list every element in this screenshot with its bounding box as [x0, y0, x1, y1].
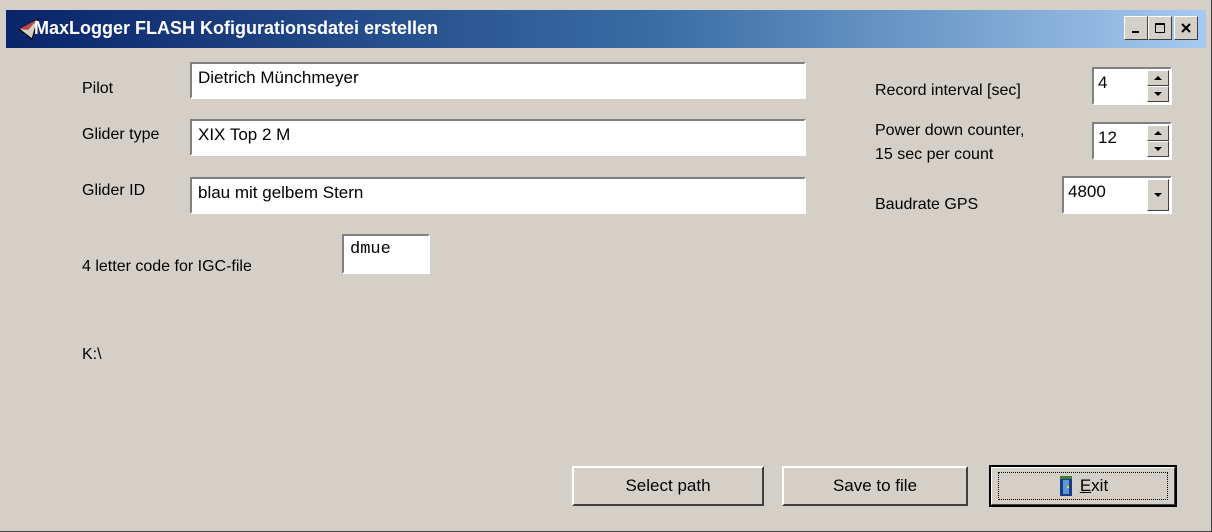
- maximize-button[interactable]: [1148, 16, 1172, 40]
- glider-id-input[interactable]: blau mit gelbem Stern: [190, 177, 806, 214]
- baudrate-value: 4800: [1068, 182, 1106, 201]
- maximize-icon: [1155, 23, 1165, 33]
- title-bar[interactable]: MaxLogger FLASH Kofigurationsdatei erste…: [6, 10, 1206, 48]
- igc-code-label: 4 letter code for IGC-file: [82, 258, 252, 275]
- record-interval-down-button[interactable]: [1147, 86, 1169, 102]
- save-to-file-button[interactable]: Save to file: [782, 466, 968, 506]
- triangle-up-icon: [1154, 76, 1162, 80]
- minimize-button[interactable]: [1124, 16, 1148, 40]
- pilot-input[interactable]: Dietrich Münchmeyer: [190, 62, 806, 99]
- igc-code-input[interactable]: dmue: [342, 234, 430, 274]
- power-down-down-button[interactable]: [1147, 141, 1169, 157]
- app-window: MaxLogger FLASH Kofigurationsdatei erste…: [0, 0, 1212, 532]
- power-down-spinner[interactable]: 12: [1092, 122, 1172, 160]
- exit-button[interactable]: Exit: [989, 465, 1177, 507]
- close-icon: [1181, 23, 1191, 33]
- power-down-value: 12: [1098, 128, 1117, 147]
- record-interval-label: Record interval [sec]: [875, 82, 1021, 99]
- path-text: K:\: [82, 346, 102, 363]
- glider-id-label: Glider ID: [82, 182, 146, 199]
- power-down-up-button[interactable]: [1147, 125, 1169, 141]
- record-interval-spinner[interactable]: 4: [1092, 67, 1172, 105]
- exit-label-rest: xit: [1091, 476, 1109, 495]
- record-interval-up-button[interactable]: [1147, 70, 1169, 86]
- pilot-label: Pilot: [82, 80, 114, 97]
- exit-mnemonic: E: [1079, 476, 1092, 495]
- exit-button-label: Exit: [1080, 476, 1108, 496]
- record-interval-value: 4: [1098, 73, 1108, 92]
- power-down-spin-buttons: [1147, 125, 1169, 157]
- glider-type-label: Glider type: [82, 126, 160, 143]
- triangle-down-icon: [1154, 92, 1162, 96]
- baudrate-dropdown-button[interactable]: [1147, 179, 1169, 211]
- triangle-down-icon: [1154, 147, 1162, 151]
- triangle-up-icon: [1154, 131, 1162, 135]
- minimize-icon: [1132, 31, 1139, 33]
- glider-type-input[interactable]: XIX Top 2 M: [190, 119, 806, 156]
- chevron-down-icon: [1154, 193, 1162, 197]
- power-down-label-line1: Power down counter,: [875, 122, 1025, 139]
- close-button[interactable]: [1174, 16, 1198, 40]
- baudrate-label: Baudrate GPS: [875, 196, 979, 213]
- exit-button-focus: Exit: [998, 472, 1168, 500]
- power-down-label-line2: 15 sec per count: [875, 146, 994, 163]
- select-path-button[interactable]: Select path: [572, 466, 764, 506]
- baudrate-select[interactable]: 4800: [1062, 176, 1172, 214]
- door-exit-icon: [1059, 476, 1072, 496]
- window-title: MaxLogger FLASH Kofigurationsdatei erste…: [34, 18, 439, 38]
- record-interval-spin-buttons: [1147, 70, 1169, 102]
